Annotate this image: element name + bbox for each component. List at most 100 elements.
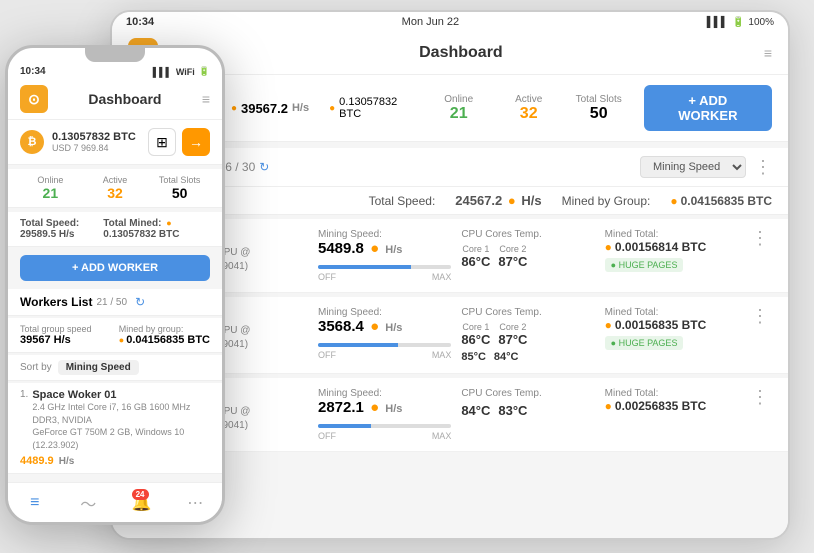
- phone-group-speed-value: 39567 H/s: [20, 334, 92, 346]
- core-4-temp: 84°C: [494, 351, 519, 363]
- phone-nav-menu[interactable]: ⋯: [169, 489, 223, 516]
- phone-nav-notifications[interactable]: 🔔 24: [115, 489, 169, 516]
- mined-icon: ●: [605, 240, 612, 254]
- phone-status-icons: ▌▌▌ WiFi 🔋: [153, 66, 210, 77]
- mined-total-section: Mined Total: ● 0.00156835 BTC HUGE PAGES: [605, 307, 738, 351]
- cpu-temps-section: CPU Cores Temp. Core 1 86°C Core 2 87°C …: [461, 307, 594, 363]
- core-2-temp: Core 2 87°C: [498, 244, 527, 269]
- workers-more-icon[interactable]: ⋮: [754, 158, 772, 176]
- phone-nav-chart[interactable]: 〜: [62, 489, 116, 516]
- worker-more-button[interactable]: ⋮: [748, 307, 772, 325]
- speed-dot: ●: [370, 399, 379, 416]
- refresh-icon[interactable]: ↻: [259, 160, 269, 174]
- huge-pages-badge: HUGE PAGES: [605, 336, 684, 350]
- home-icon: ≡: [30, 494, 39, 512]
- mined-total-label: Mined Total:: [605, 307, 738, 318]
- cpu-temps-section: CPU Cores Temp. Core 1 86°C Core 2 87°C: [461, 229, 594, 269]
- core-1-temp: Core 1 86°C: [461, 322, 490, 347]
- phone-time: 10:34: [20, 66, 46, 77]
- speed-dot: ●: [370, 318, 379, 335]
- total-slots-label: Total Slots: [576, 94, 622, 105]
- phone-wifi-icon: WiFi: [176, 67, 195, 77]
- off-label: OFF: [318, 431, 336, 441]
- online-value: 21: [450, 105, 468, 123]
- phone-filter-icon[interactable]: ≡: [202, 91, 210, 107]
- notification-badge: 24: [132, 489, 149, 500]
- phone-stat-online: Online 21: [20, 175, 81, 201]
- cpu-temps-label: CPU Cores Temp.: [461, 388, 594, 399]
- phone-worker-details: Space Woker 01 2.4 GHz Intel Core i7, 16…: [32, 389, 210, 451]
- cpu-temps: 84°C 83°C: [461, 403, 594, 418]
- phone-refresh-icon[interactable]: ↻: [135, 295, 145, 309]
- signal-icon: ▌▌▌: [707, 17, 728, 28]
- cpu-temps-row2: 85°C 84°C: [461, 351, 594, 363]
- phone-total-speed-label: Total Speed:: [20, 218, 79, 229]
- phone-btc-info: 0.13057832 BTC USD 7 969.84: [52, 131, 136, 153]
- huge-pages-badge: HUGE PAGES: [605, 258, 684, 272]
- core-1-temp: Core 1 86°C: [461, 244, 490, 269]
- speed-slider-labels: OFF MAX: [318, 431, 451, 441]
- filter-icon[interactable]: ≡: [764, 45, 772, 61]
- phone-status-bar: 10:34 ▌▌▌ WiFi 🔋: [8, 62, 222, 79]
- phone-stat-total-slots: Total Slots 50: [149, 175, 210, 201]
- phone-qr-button[interactable]: ⊞: [148, 128, 176, 156]
- phone-header: ⊙ Dashboard ≡: [8, 79, 222, 120]
- battery-icon: 🔋: [732, 17, 744, 28]
- phone-page-title: Dashboard: [88, 91, 161, 107]
- total-speed-label: Total Speed:: [369, 194, 436, 208]
- mining-speed-label: Mining Speed:: [318, 307, 451, 318]
- mining-speed-value: 3568.4 ● H/s: [318, 318, 451, 335]
- core-1-temp: 84°C: [461, 403, 490, 418]
- speed-slider: [318, 343, 451, 347]
- phone-active-value: 32: [85, 185, 146, 201]
- mined-dot-icon: ●: [166, 218, 171, 228]
- phone: 10:34 ▌▌▌ WiFi 🔋 ⊙ Dashboard ≡ ₿ 0.13057…: [5, 45, 225, 525]
- phone-send-button[interactable]: →: [182, 128, 210, 156]
- max-label: MAX: [432, 350, 452, 360]
- mined-icon: ●: [605, 399, 612, 413]
- mining-speed-label: Mining Speed:: [318, 388, 451, 399]
- phone-battery-icon: 🔋: [199, 66, 210, 77]
- phone-total-mined: Total Mined: ● 0.13057832 BTC: [103, 218, 210, 240]
- phone-online-label: Online: [20, 175, 81, 185]
- menu-icon: ⋯: [187, 493, 203, 513]
- phone-total-slots-label: Total Slots: [149, 175, 210, 185]
- btc-amount-row: ● 0.13057832 BTC: [329, 96, 414, 120]
- sort-select[interactable]: Mining Speed: [640, 156, 746, 178]
- phone-total-mined-label: Total Mined:: [103, 218, 161, 229]
- add-worker-button[interactable]: + ADD WORKER: [644, 85, 772, 131]
- worker-more-button[interactable]: ⋮: [748, 229, 772, 247]
- mining-speed-section: Mining Speed: 3568.4 ● H/s OFF MAX: [318, 307, 451, 360]
- phone-add-worker-button[interactable]: + ADD WORKER: [20, 255, 210, 281]
- mined-total-label: Mined Total:: [605, 388, 738, 399]
- tablet-date: Mon Jun 22: [402, 16, 459, 28]
- phone-btc-bar: ₿ 0.13057832 BTC USD 7 969.84 ⊞ →: [8, 120, 222, 165]
- phone-active-label: Active: [85, 175, 146, 185]
- phone-sort-label: Sort by: [20, 362, 52, 373]
- worker-more-button[interactable]: ⋮: [748, 388, 772, 406]
- active-label: Active: [515, 94, 542, 105]
- mined-dot: ●: [670, 194, 677, 208]
- phone-worker-number: 1.: [20, 389, 28, 400]
- tablet-status-bar: 10:34 Mon Jun 22 ▌▌▌ 🔋 100%: [112, 12, 788, 32]
- phone-sort-value[interactable]: Mining Speed: [58, 360, 139, 375]
- mined-icon: ●: [119, 335, 124, 345]
- page-title: Dashboard: [419, 44, 503, 62]
- phone-group-speed: Total group speed 39567 H/s: [20, 324, 92, 346]
- phone-worker-specs: 2.4 GHz Intel Core i7, 16 GB 1600 MHz DD…: [32, 401, 210, 451]
- phone-stats: Online 21 Active 32 Total Slots 50: [8, 169, 222, 208]
- btc-amount: 0.13057832 BTC: [339, 96, 414, 120]
- phone-btc-amount: 0.13057832 BTC: [52, 131, 136, 143]
- phone-workers-header: Workers List 21 / 50 ↻: [8, 289, 222, 316]
- mining-speed-label: Mining Speed:: [318, 229, 451, 240]
- phone-nav-home[interactable]: ≡: [8, 489, 62, 516]
- phone-app-logo: ⊙: [20, 85, 48, 113]
- mined-total-value: ● 0.00156835 BTC: [605, 318, 738, 332]
- mined-icon: ●: [605, 318, 612, 332]
- phone-group-mined-label: Mined by group:: [119, 324, 210, 334]
- phone-worker-speed: 4489.9 H/s: [20, 455, 210, 467]
- list-item[interactable]: 1. Space Woker 01 2.4 GHz Intel Core i7,…: [8, 383, 222, 474]
- stat-active: Active 32: [504, 94, 554, 123]
- speed-slider: [318, 424, 451, 428]
- mined-by-group-label: Mined by Group:: [562, 194, 651, 208]
